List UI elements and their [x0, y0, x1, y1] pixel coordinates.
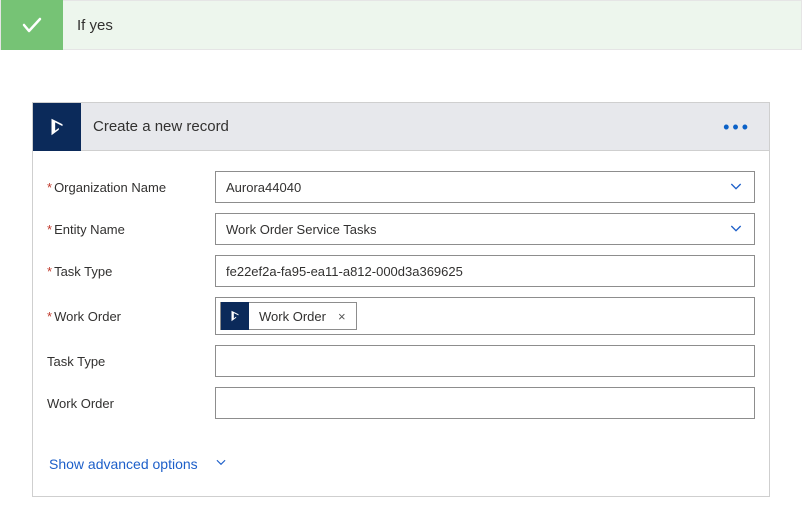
action-menu-button[interactable]: ••• — [717, 114, 757, 140]
field-row-task-type-required: *Task Type fe22ef2a-fa95-ea11-a812-000d3… — [47, 255, 755, 287]
field-row-entity-name: *Entity Name Work Order Service Tasks — [47, 213, 755, 245]
field-label: *Organization Name — [47, 180, 215, 195]
work-order-input-optional[interactable] — [215, 387, 755, 419]
advanced-label: Show advanced options — [49, 456, 198, 472]
work-order-input[interactable]: Work Order × — [215, 297, 755, 335]
field-label: *Entity Name — [47, 222, 215, 237]
chevron-down-icon — [206, 455, 228, 472]
org-name-dropdown[interactable]: Aurora44040 — [215, 171, 755, 203]
field-label: *Task Type — [47, 264, 215, 279]
field-label: Task Type — [47, 354, 215, 369]
task-type-input-optional[interactable] — [215, 345, 755, 377]
label-text: Task Type — [54, 264, 112, 279]
chevron-down-icon — [720, 220, 744, 239]
action-header[interactable]: Create a new record ••• — [33, 103, 769, 151]
required-asterisk: * — [47, 309, 52, 324]
dynamics-icon — [221, 302, 249, 330]
entity-name-value: Work Order Service Tasks — [226, 222, 720, 237]
condition-header: If yes — [0, 0, 802, 50]
token-label: Work Order — [249, 309, 336, 324]
required-asterisk: * — [47, 264, 52, 279]
show-advanced-options-link[interactable]: Show advanced options — [47, 451, 230, 476]
action-card: Create a new record ••• *Organization Na… — [32, 102, 770, 497]
field-row-task-type: Task Type — [47, 345, 755, 377]
advanced-options-row: Show advanced options — [47, 429, 755, 496]
label-text: Work Order — [47, 396, 114, 411]
token-remove-button[interactable]: × — [336, 309, 356, 324]
org-name-value: Aurora44040 — [226, 180, 720, 195]
field-label: Work Order — [47, 396, 215, 411]
dynamics-icon — [33, 103, 81, 151]
field-row-work-order: Work Order — [47, 387, 755, 419]
field-label: *Work Order — [47, 309, 215, 324]
field-row-org-name: *Organization Name Aurora44040 — [47, 171, 755, 203]
task-type-input[interactable]: fe22ef2a-fa95-ea11-a812-000d3a369625 — [215, 255, 755, 287]
label-text: Organization Name — [54, 180, 166, 195]
label-text: Task Type — [47, 354, 105, 369]
required-asterisk: * — [47, 222, 52, 237]
entity-name-dropdown[interactable]: Work Order Service Tasks — [215, 213, 755, 245]
checkmark-icon — [1, 0, 63, 50]
chevron-down-icon — [720, 178, 744, 197]
required-asterisk: * — [47, 180, 52, 195]
label-text: Entity Name — [54, 222, 125, 237]
field-row-work-order-required: *Work Order Work Order × — [47, 297, 755, 335]
action-title: Create a new record — [81, 118, 229, 135]
action-body: *Organization Name Aurora44040 *Entity N… — [33, 151, 769, 496]
condition-title: If yes — [63, 17, 113, 34]
task-type-value: fe22ef2a-fa95-ea11-a812-000d3a369625 — [226, 264, 744, 279]
work-order-token: Work Order × — [220, 302, 357, 330]
label-text: Work Order — [54, 309, 121, 324]
